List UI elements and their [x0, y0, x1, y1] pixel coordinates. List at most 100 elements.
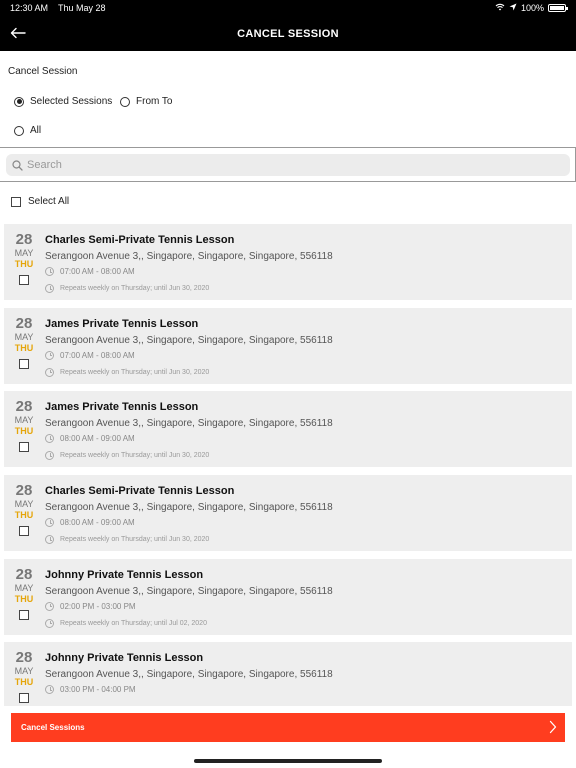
session-time: 08:00 AM - 09:00 AM — [45, 434, 135, 444]
session-name: Johnny Private Tennis Lesson — [45, 652, 204, 665]
session-checkbox[interactable] — [19, 693, 29, 704]
status-date: Thu May 28 — [58, 3, 106, 13]
option-all[interactable]: All — [14, 125, 41, 136]
session-time-text: 08:00 AM - 09:00 AM — [60, 518, 135, 528]
battery-percent: 100% — [520, 3, 544, 13]
select-all[interactable]: Select All — [11, 196, 69, 207]
date-weekday: THU — [14, 426, 34, 437]
session-checkbox[interactable] — [19, 442, 29, 453]
session-repeat: Repeats weekly on Thursday; until Jun 30… — [45, 451, 210, 461]
session-name: Charles Semi-Private Tennis Lesson — [45, 234, 235, 246]
date-day: 28 — [15, 398, 33, 416]
option-label: All — [30, 125, 42, 136]
location-icon — [509, 3, 517, 13]
wifi-icon — [495, 3, 505, 13]
session-date: 28 MAY THU — [4, 483, 44, 541]
session-name: James Private Tennis Lesson — [45, 317, 199, 330]
session-name: Johnny Private Tennis Lesson — [45, 568, 204, 581]
date-month: MAY — [14, 666, 34, 677]
date-month: MAY — [14, 415, 34, 426]
search-icon — [12, 159, 23, 171]
date-day: 28 — [15, 649, 33, 667]
select-all-checkbox[interactable] — [11, 196, 21, 207]
cancel-sessions-button[interactable]: Cancel Sessions — [11, 713, 565, 742]
session-time-text: 02:00 PM - 03:00 PM — [60, 601, 136, 611]
session-date: 28 MAY THU — [4, 232, 44, 290]
session-address: Serangoon Avenue 3,, Singapore, Singapor… — [45, 251, 333, 262]
option-from-to[interactable]: From To — [120, 96, 173, 107]
date-day: 28 — [15, 314, 33, 332]
radio-button[interactable] — [120, 96, 130, 107]
session-time: 07:00 AM - 08:00 AM — [45, 350, 135, 360]
session-address: Serangoon Avenue 3,, Singapore, Singapor… — [45, 334, 333, 346]
date-day: 28 — [15, 231, 33, 248]
session-card[interactable]: 28 MAY THU Charles Semi-Private Tennis L… — [4, 475, 572, 552]
session-name: Charles Semi-Private Tennis Lesson — [45, 485, 235, 498]
session-checkbox[interactable] — [19, 526, 29, 537]
date-day: 28 — [15, 565, 33, 583]
session-card[interactable]: 28 MAY THU Johnny Private Tennis Lesson … — [4, 558, 572, 635]
session-card[interactable]: 28 MAY THU James Private Tennis Lesson S… — [4, 307, 572, 384]
session-card[interactable]: 28 MAY THU James Private Tennis Lesson S… — [4, 391, 572, 468]
session-date: 28 MAY THU — [4, 650, 44, 706]
clock-icon — [45, 535, 54, 545]
session-repeat: Repeats weekly on Thursday; until Jun 30… — [45, 535, 210, 545]
option-selected-sessions[interactable]: Selected Sessions — [14, 96, 112, 107]
clock-icon — [45, 601, 54, 611]
date-month: MAY — [14, 248, 34, 258]
date-weekday: THU — [14, 510, 34, 521]
session-card[interactable]: 28 MAY THU Charles Semi-Private Tennis L… — [4, 224, 572, 300]
session-repeat-text: Repeats weekly on Thursday; until Jun 30… — [60, 368, 210, 376]
session-time-text: 03:00 PM - 04:00 PM — [60, 685, 136, 695]
session-address: Serangoon Avenue 3,, Singapore, Singapor… — [45, 669, 333, 681]
session-repeat-text: Repeats weekly on Thursday; until Jul 02… — [60, 619, 207, 627]
clock-icon — [45, 618, 54, 628]
session-time: 07:00 AM - 08:00 AM — [45, 267, 135, 276]
clock-icon — [45, 284, 54, 293]
session-time-text: 08:00 AM - 09:00 AM — [60, 434, 135, 444]
clock-icon — [45, 518, 54, 528]
clock-icon — [45, 267, 54, 276]
session-address: Serangoon Avenue 3,, Singapore, Singapor… — [45, 502, 333, 514]
clock-icon — [45, 434, 54, 444]
session-time: 08:00 AM - 09:00 AM — [45, 518, 135, 528]
date-day: 28 — [15, 482, 33, 500]
session-name: James Private Tennis Lesson — [45, 401, 199, 414]
session-card[interactable]: 28 MAY THU Johnny Private Tennis Lesson … — [4, 642, 572, 706]
section-label: Cancel Session — [8, 66, 78, 77]
radio-button-selected[interactable] — [14, 96, 24, 107]
battery-icon — [548, 4, 568, 12]
nav-bar: CANCEL SESSION — [0, 16, 576, 51]
session-date: 28 MAY THU — [4, 565, 44, 625]
session-checkbox[interactable] — [19, 358, 29, 369]
search-input[interactable] — [27, 159, 547, 171]
session-checkbox[interactable] — [19, 609, 29, 620]
clock-icon — [45, 367, 54, 377]
select-all-label: Select All — [28, 196, 70, 207]
date-month: MAY — [14, 499, 34, 510]
session-date: 28 MAY THU — [4, 314, 44, 374]
search-field[interactable] — [6, 154, 570, 176]
session-repeat-text: Repeats weekly on Thursday; until Jun 30… — [60, 285, 210, 292]
page-title: CANCEL SESSION — [237, 27, 339, 40]
session-address: Serangoon Avenue 3,, Singapore, Singapor… — [45, 418, 333, 430]
home-indicator — [194, 759, 382, 763]
back-button[interactable] — [6, 22, 30, 44]
date-weekday: THU — [14, 342, 34, 353]
clock-icon — [45, 685, 54, 695]
clock-icon — [45, 350, 54, 360]
session-list[interactable]: 28 MAY THU Charles Semi-Private Tennis L… — [4, 224, 572, 706]
session-repeat: Repeats weekly on Thursday; until Jun 30… — [45, 284, 209, 293]
search-bar — [0, 147, 576, 182]
session-repeat: Repeats weekly on Thursday; until Jul 02… — [45, 618, 207, 628]
radio-button[interactable] — [14, 125, 24, 136]
session-repeat-text: Repeats weekly on Thursday; until Jun 30… — [60, 452, 210, 460]
clock-icon — [45, 451, 54, 461]
session-repeat-text: Repeats weekly on Thursday; until Jun 30… — [60, 536, 210, 544]
session-checkbox[interactable] — [19, 275, 29, 285]
session-address: Serangoon Avenue 3,, Singapore, Singapor… — [45, 585, 333, 597]
date-weekday: THU — [14, 677, 34, 688]
option-label: From To — [136, 96, 173, 107]
session-time-text: 07:00 AM - 08:00 AM — [60, 267, 135, 276]
session-time: 03:00 PM - 04:00 PM — [45, 685, 136, 695]
